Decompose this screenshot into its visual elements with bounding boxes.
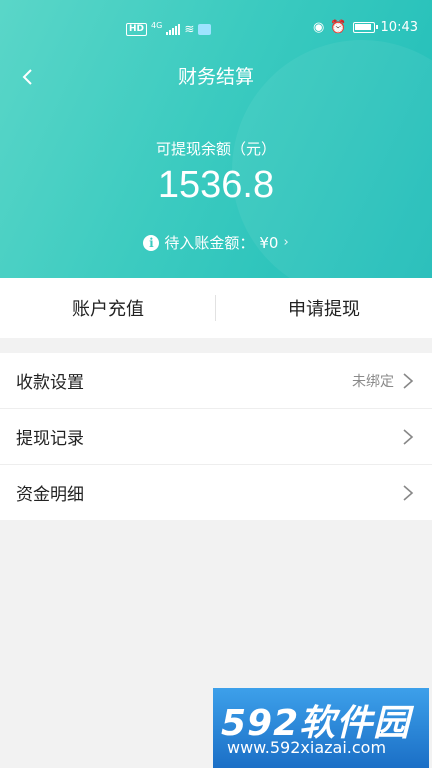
menu-item-label: 收款设置 (16, 373, 84, 393)
chevron-right-icon (402, 372, 414, 390)
battery-icon (352, 22, 378, 33)
eye-icon: ◉ (313, 20, 325, 35)
signal-icon (166, 23, 181, 35)
menu-item-status: 未绑定 (352, 373, 394, 390)
recharge-button[interactable]: 账户充值 (0, 278, 216, 338)
notification-image-icon (198, 23, 212, 35)
menu-item-fund-details[interactable]: 资金明细 (0, 465, 432, 520)
menu-item-payment-settings[interactable]: 收款设置 未绑定 (0, 353, 432, 409)
menu-item-withdraw-records[interactable]: 提现记录 (0, 409, 432, 465)
page-title: 财务结算 (177, 66, 254, 88)
balance-label: 可提现余额（元） (155, 140, 276, 158)
watermark-url: www.592xiazai.com (227, 738, 387, 757)
chevron-right-icon (402, 428, 414, 446)
status-right: ◉ ⏰ 10:43 (313, 20, 418, 35)
info-icon: i (143, 234, 160, 251)
status-bar: HD 4G ≋ ◉ ⏰ 10:43 (0, 0, 432, 52)
withdraw-button[interactable]: 申请提现 (216, 278, 432, 338)
pending-label: 待入账金额： (164, 234, 255, 252)
network-label: 4G (151, 20, 163, 30)
divider (215, 295, 216, 321)
status-time: 10:43 (380, 20, 418, 35)
settings-menu: 收款设置 未绑定 提现记录 资金明细 (0, 353, 432, 520)
header-banner: HD 4G ≋ ◉ ⏰ 10:43 财务结算 可提现余额（元） 1536.8 i… (0, 0, 432, 300)
action-bar: 账户充值 申请提现 (0, 278, 432, 338)
balance-amount: 1536.8 (157, 164, 275, 206)
menu-item-label: 资金明细 (16, 485, 84, 505)
watermark: 592软件园 www.592xiazai.com (213, 688, 429, 768)
chevron-right-icon (402, 484, 414, 502)
hd-icon: HD (126, 22, 148, 36)
menu-item-label: 提现记录 (16, 429, 84, 449)
pending-value: ¥0 (259, 233, 279, 252)
wifi-icon: ≋ (184, 22, 195, 36)
alarm-icon: ⏰ (330, 20, 347, 35)
chevron-right-icon: › (283, 235, 289, 250)
pending-amount-link[interactable]: i 待入账金额： ¥0 › (0, 232, 432, 253)
status-left: HD 4G ≋ (126, 20, 212, 36)
